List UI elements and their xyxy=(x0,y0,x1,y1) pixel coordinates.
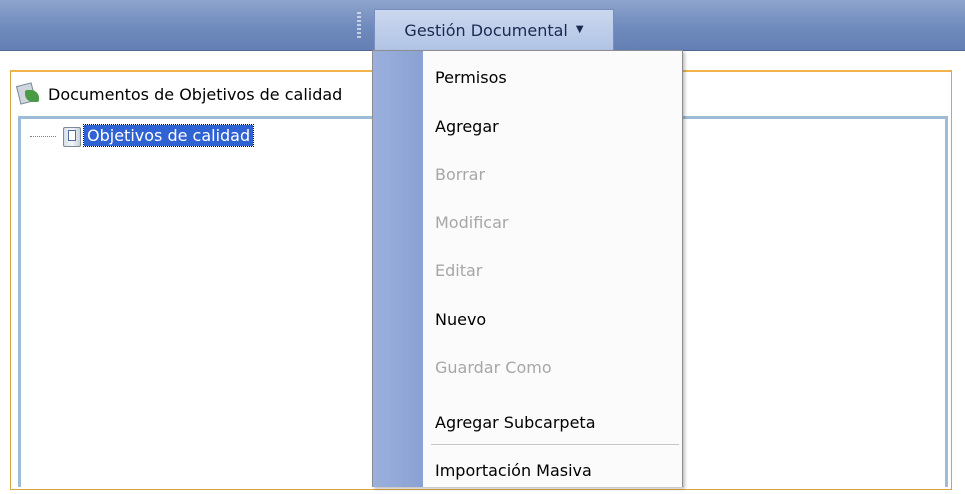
menu-item-editar: Editar xyxy=(435,260,483,280)
folder-icon xyxy=(62,125,81,147)
menu-item-borrar: Borrar xyxy=(435,164,486,184)
dropdown-menu: Permisos Agregar Borrar Modificar Editar… xyxy=(372,50,683,487)
menu-item-agregar[interactable]: Agregar xyxy=(435,102,675,150)
menu-item-agregar-subcarpeta[interactable]: Agregar Subcarpeta xyxy=(435,398,675,446)
menu-item-nuevo[interactable]: Nuevo xyxy=(435,295,675,343)
documents-icon xyxy=(14,82,42,106)
menu-title: Gestión Documental xyxy=(404,20,568,40)
top-toolbar: Gestión Documental ▼ xyxy=(0,0,965,51)
toolbar-grip[interactable] xyxy=(357,12,361,38)
gestion-documental-menu-button[interactable]: Gestión Documental ▼ xyxy=(374,9,614,50)
menu-item-permisos[interactable]: Permisos xyxy=(435,53,675,101)
tab-documentos[interactable]: Documentos de Objetivos de calidad xyxy=(14,75,434,113)
menu-item-guardar-como: Guardar Como xyxy=(435,357,552,377)
tab-label: Documentos de Objetivos de calidad xyxy=(48,84,343,104)
tree-node-label[interactable]: Objetivos de calidad xyxy=(82,123,255,147)
tree-connector xyxy=(30,135,56,137)
chevron-down-icon: ▼ xyxy=(575,23,584,35)
tree-node[interactable]: Objetivos de calidad xyxy=(30,122,255,148)
menu-item-modificar: Modificar xyxy=(435,212,509,232)
menu-icon-strip xyxy=(373,51,423,487)
